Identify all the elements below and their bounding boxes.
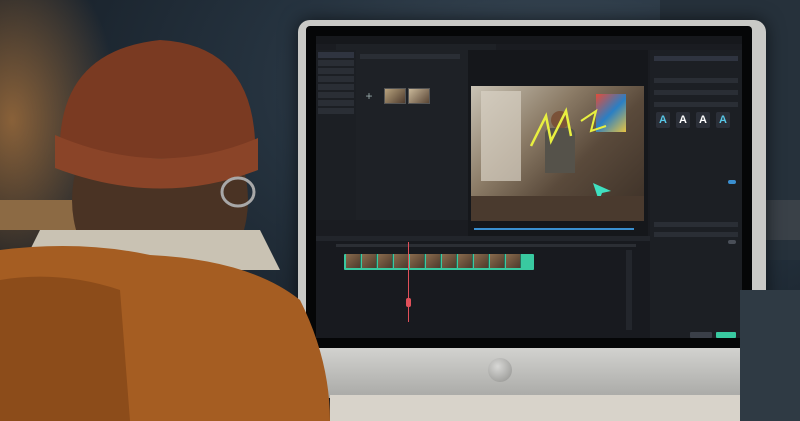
slider-row[interactable] xyxy=(654,222,738,227)
playhead-icon[interactable] xyxy=(408,242,409,322)
toggle-switch[interactable] xyxy=(728,180,736,184)
media-thumbnail[interactable] xyxy=(408,88,430,104)
toggle-switch[interactable] xyxy=(728,240,736,244)
playhead-handle[interactable] xyxy=(406,298,411,307)
neon-scribble xyxy=(529,107,607,147)
clip-frame xyxy=(490,254,505,268)
playback-scrubber[interactable] xyxy=(474,228,634,230)
person-foreground xyxy=(0,40,330,421)
secondary-button[interactable] xyxy=(690,332,712,338)
properties-panel: A A A A xyxy=(650,50,742,338)
window-light xyxy=(481,91,521,181)
clip-frame xyxy=(474,254,489,268)
text-style-tile[interactable]: A xyxy=(716,112,730,128)
desk-surface xyxy=(330,395,800,421)
timeline-toolbar xyxy=(316,236,650,241)
font-row[interactable] xyxy=(654,78,738,83)
timeline-panel xyxy=(316,236,650,338)
jacket-shadow xyxy=(0,276,130,421)
audio-meter xyxy=(626,250,632,330)
video-preview xyxy=(471,86,644,221)
clip-frame xyxy=(442,254,457,268)
clip-frame xyxy=(458,254,473,268)
logo-icon xyxy=(488,358,512,382)
timeline-ruler xyxy=(336,244,636,247)
clip-frame xyxy=(346,254,361,268)
text-style-tile[interactable]: A xyxy=(676,112,690,128)
clip-frame xyxy=(410,254,425,268)
text-style-tile[interactable]: A xyxy=(656,112,670,128)
menu-bar xyxy=(316,36,742,44)
desk-lamp xyxy=(740,290,800,421)
photo-scene: + A A A A xyxy=(0,0,800,421)
clip-frame xyxy=(506,254,521,268)
media-thumbnail[interactable] xyxy=(384,88,406,104)
beanie xyxy=(60,40,255,159)
monitor: + A A A A xyxy=(298,20,766,398)
video-editor-screen: + A A A A xyxy=(316,36,742,338)
text-style-tile[interactable]: A xyxy=(696,112,710,128)
properties-tabs[interactable] xyxy=(654,56,738,61)
floor xyxy=(471,196,644,221)
search-input[interactable] xyxy=(360,54,460,59)
slider-row[interactable] xyxy=(654,232,738,237)
size-row[interactable] xyxy=(654,102,738,107)
export-button[interactable] xyxy=(716,332,736,338)
clip-frame xyxy=(394,254,409,268)
media-library: + xyxy=(356,50,468,220)
clip-frame xyxy=(426,254,441,268)
monitor-chin xyxy=(298,348,766,398)
monitor-bezel: + A A A A xyxy=(306,26,752,348)
video-track-clip[interactable] xyxy=(344,254,534,270)
plus-icon[interactable]: + xyxy=(360,85,378,107)
style-row[interactable] xyxy=(654,90,738,95)
clip-frame xyxy=(378,254,393,268)
clip-frame xyxy=(362,254,377,268)
